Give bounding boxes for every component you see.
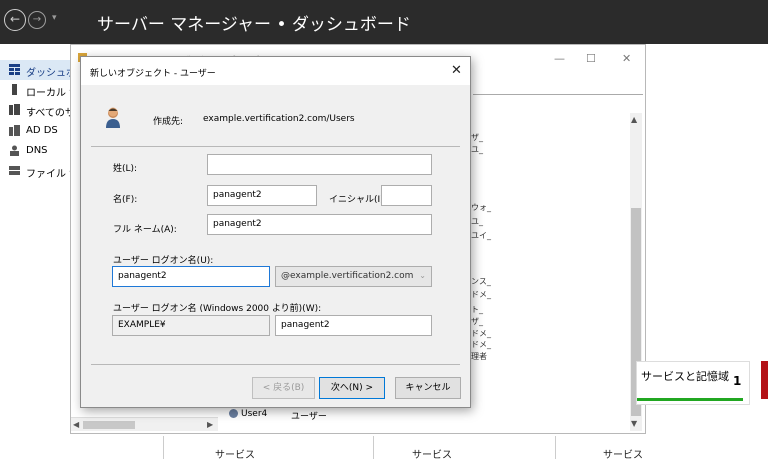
sidebar-item-label: すべてのサーバー: [26, 108, 70, 119]
sidebar-item-label: ダッシュボード: [26, 68, 70, 79]
server-icon: [12, 84, 17, 95]
first-name-label: 名(F):: [113, 195, 138, 205]
list-item: ドメ_: [471, 290, 491, 299]
tile-label: サービスと記憶域: [641, 370, 729, 383]
create-in-label: 作成先:: [153, 117, 184, 127]
divider: [555, 436, 556, 459]
list-item: ユイ_: [471, 231, 491, 240]
dashboard-icon: [9, 64, 20, 75]
list-item: ザ_: [471, 133, 483, 142]
servers-icon: [9, 104, 20, 115]
list-item: ユ_: [471, 217, 483, 226]
last-name-field[interactable]: [207, 154, 432, 175]
initials-label: イニシャル(I):: [329, 195, 387, 205]
divider: [91, 146, 460, 147]
horizontal-scrollbar[interactable]: ◀ ▶: [71, 417, 218, 431]
divider: [163, 436, 164, 459]
logon-name-label: ユーザー ログオン名(U):: [113, 256, 214, 266]
user-icon: [229, 409, 238, 418]
chevron-down-icon: ⌄: [419, 271, 426, 280]
sidebar-item-label: ファイル サービス: [26, 169, 70, 180]
alert-strip: [761, 361, 768, 399]
list-item: ザ_: [471, 317, 483, 326]
full-name-label: フル ネーム(A):: [113, 225, 177, 235]
pre2000-domain-field: EXAMPLE¥: [112, 315, 270, 336]
server-manager-titlebar: ← → ▾ サーバー マネージャー • ダッシュボード: [0, 0, 768, 44]
list-item: ドメ_: [471, 340, 491, 349]
last-name-label: 姓(L):: [113, 164, 138, 174]
sidebar-item-dashboard[interactable]: ダッシュボード: [0, 60, 70, 80]
scroll-right-icon[interactable]: ▶: [207, 420, 213, 429]
back-arrow-icon[interactable]: ←: [4, 9, 26, 31]
pre2000-logon-field[interactable]: panagent2: [275, 315, 432, 336]
cancel-button[interactable]: キャンセル: [395, 377, 461, 399]
service-label: サービス: [603, 450, 643, 459]
sidebar-item-dns[interactable]: DNS: [0, 141, 70, 161]
page-title: サーバー マネージャー • ダッシュボード: [97, 15, 411, 35]
sidebar-item-ad-ds[interactable]: AD DS: [0, 121, 70, 141]
row-name: User4: [241, 409, 268, 419]
list-item: ウォ_: [471, 203, 491, 212]
domain-select-value: @example.vertification2.com: [281, 271, 414, 281]
forward-arrow-icon[interactable]: →: [28, 11, 46, 29]
maximize-button[interactable]: ☐: [586, 52, 596, 65]
list-item: ト_: [471, 305, 483, 314]
scroll-left-icon[interactable]: ◀: [73, 420, 79, 429]
sidebar-item-file-services[interactable]: ファイル サービス: [0, 161, 70, 181]
new-user-dialog: 新しいオブジェクト - ユーザー ✕ 作成先: example.vertific…: [80, 56, 471, 408]
dashboard-tile[interactable]: サービスと記憶域 1: [636, 361, 750, 405]
domain-select[interactable]: @example.vertification2.com ⌄: [275, 266, 432, 287]
divider: [373, 436, 374, 459]
adds-icon: [9, 125, 20, 136]
sidebar: ダッシュボード ローカル サーバー すべてのサーバー AD DS DNS ファイ…: [0, 44, 70, 459]
service-label: サービス: [412, 450, 452, 459]
next-button[interactable]: 次へ(N) >: [319, 377, 385, 399]
list-item: ンス_: [471, 277, 491, 286]
file-services-icon: [9, 166, 20, 175]
close-button[interactable]: ✕: [622, 52, 631, 65]
divider: [473, 94, 643, 95]
dns-icon: [10, 145, 19, 156]
dialog-titlebar: 新しいオブジェクト - ユーザー ✕: [81, 57, 470, 85]
divider: [91, 364, 460, 365]
minimize-button[interactable]: —: [554, 52, 565, 65]
scroll-down-icon[interactable]: ▼: [631, 419, 637, 428]
logon-name-field[interactable]: panagent2: [112, 266, 270, 287]
sidebar-item-label: AD DS: [26, 125, 58, 136]
tile-count: 1: [733, 374, 742, 388]
status-bar: [637, 398, 743, 401]
table-row[interactable]: User4 ユーザー: [229, 409, 327, 422]
pre2000-logon-label: ユーザー ログオン名 (Windows 2000 より前)(W):: [113, 304, 322, 314]
scroll-up-icon[interactable]: ▲: [631, 115, 637, 124]
first-name-field[interactable]: panagent2: [207, 185, 317, 206]
close-icon[interactable]: ✕: [451, 63, 462, 78]
list-item: ドメ_: [471, 329, 491, 338]
list-item: 理者: [471, 352, 487, 361]
dialog-title: 新しいオブジェクト - ユーザー: [90, 69, 216, 79]
user-icon: [106, 107, 120, 128]
full-name-field[interactable]: panagent2: [207, 214, 432, 235]
chevron-down-icon[interactable]: ▾: [52, 13, 57, 23]
back-button[interactable]: < 戻る(B): [252, 377, 315, 399]
scrollbar-thumb[interactable]: [83, 421, 135, 429]
sidebar-item-local-server[interactable]: ローカル サーバー: [0, 80, 70, 100]
list-item: ユ_: [471, 145, 483, 154]
sidebar-item-all-servers[interactable]: すべてのサーバー: [0, 100, 70, 120]
sidebar-item-label: ローカル サーバー: [26, 88, 70, 99]
sidebar-item-label: DNS: [26, 145, 48, 156]
row-type: ユーザー: [291, 412, 327, 422]
create-in-value: example.vertification2.com/Users: [203, 114, 355, 124]
service-label: サービス: [215, 450, 255, 459]
initials-field[interactable]: [381, 185, 432, 206]
